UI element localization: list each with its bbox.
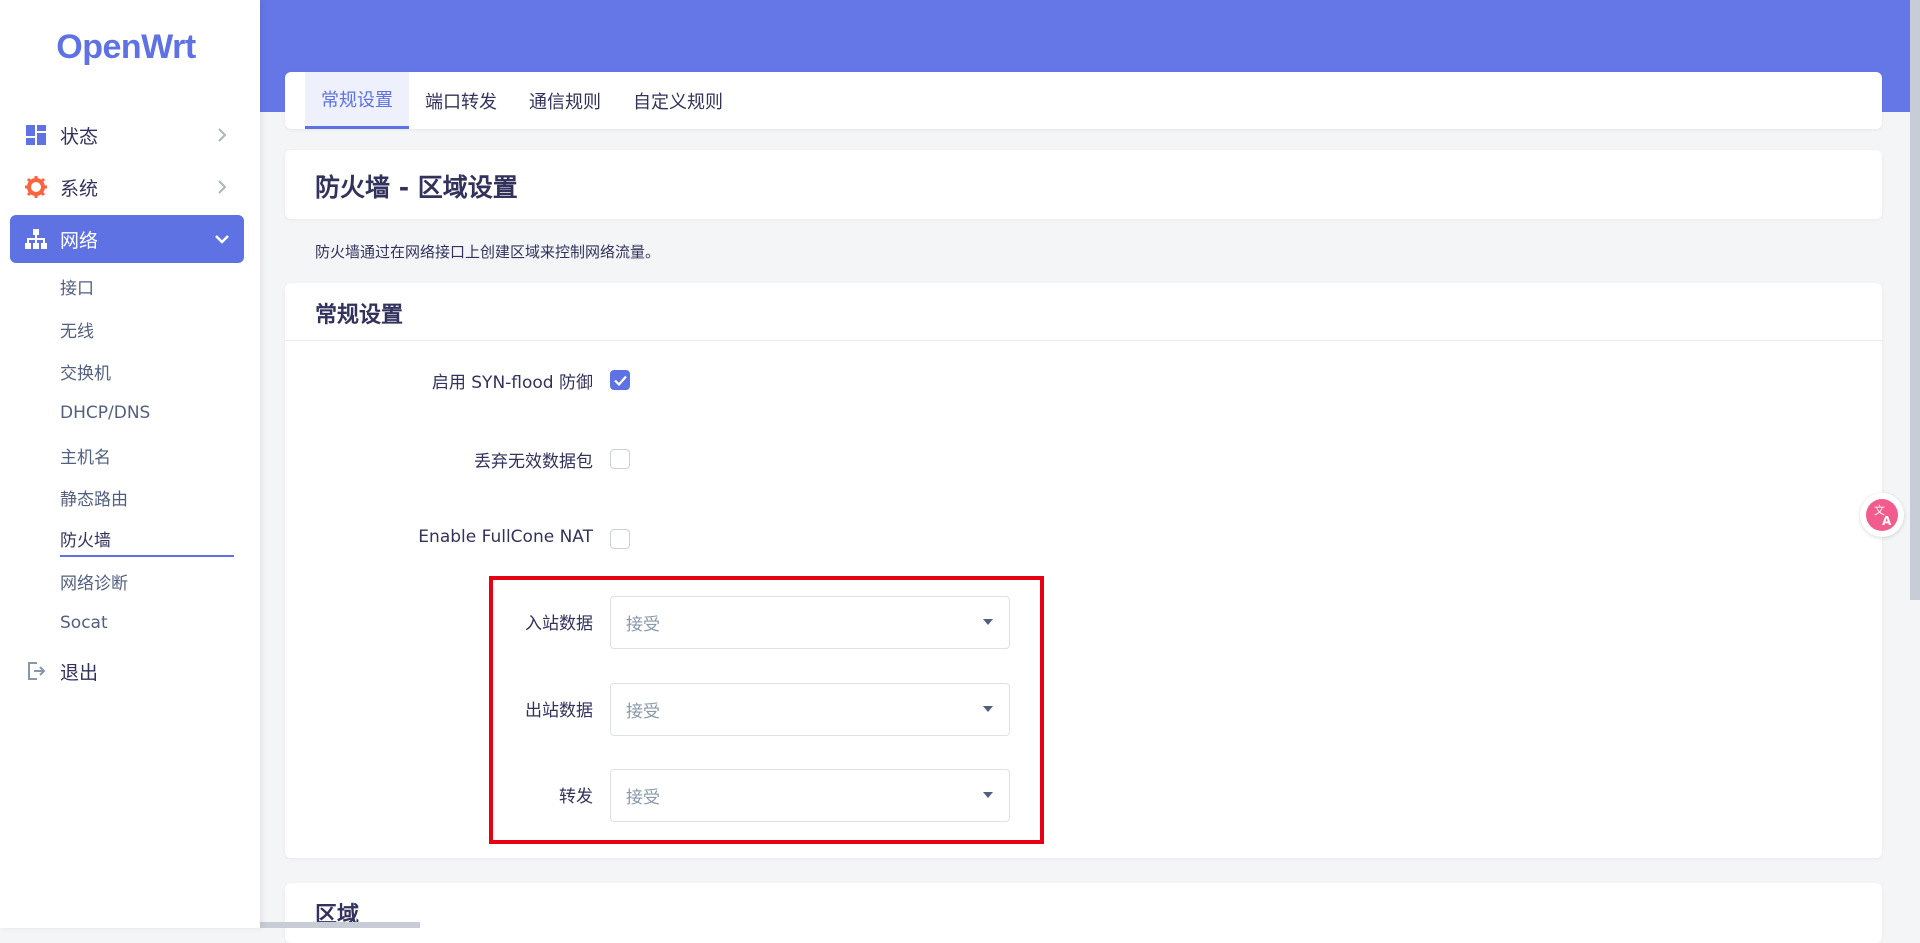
sidebar: OpenWrt 状态 系统 网络 接口 无线 交换机 DHCP/DNS 主机名 … [0,0,260,928]
sidebar-item-label: 退出 [60,661,99,684]
output-policy-select[interactable]: 接受 [610,683,1010,736]
select-value: 接受 [626,788,660,808]
section-title: 常规设置 [315,303,404,328]
sidebar-subitem-socat[interactable]: Socat [60,605,234,641]
sidebar-item-network[interactable]: 网络 [10,215,244,263]
syn-flood-label: 启用 SYN-flood 防御 [431,373,593,393]
sidebar-subitem-static-routes[interactable]: 静态路由 [60,479,234,515]
sidebar-subitem-switch[interactable]: 交换机 [60,353,234,389]
input-policy-label: 入站数据 [525,614,593,634]
tabs-bar: 常规设置 端口转发 通信规则 自定义规则 [285,72,1882,129]
sidebar-item-label: 网络 [60,229,99,252]
caret-down-icon [983,706,993,712]
fullcone-nat-checkbox[interactable] [610,529,630,549]
dashboard-icon [24,123,48,147]
caret-down-icon [983,792,993,798]
chevron-down-icon [212,234,232,244]
chevron-right-icon [212,180,232,194]
fullcone-nat-label: Enable FullCone NAT [418,527,593,547]
svg-text:A: A [1882,514,1892,528]
scrollbar[interactable] [1910,0,1920,600]
check-icon [613,375,627,386]
tab-port-forwards[interactable]: 端口转发 [409,72,513,129]
select-value: 接受 [626,702,660,722]
syn-flood-checkbox[interactable] [610,370,630,390]
page-title: 防火墙 - 区域设置 [315,173,518,202]
openwrt-logo[interactable]: OpenWrt [0,28,252,67]
page-description: 防火墙通过在网络接口上创建区域来控制网络流量。 [315,243,661,261]
sidebar-item-logout[interactable]: 退出 [10,647,244,695]
sidebar-subitem-diagnostics[interactable]: 网络诊断 [60,563,234,599]
network-icon [24,227,48,251]
translate-button[interactable]: 文 A [1860,493,1904,537]
drop-invalid-label: 丢弃无效数据包 [474,452,593,472]
sidebar-item-label: 状态 [60,125,99,148]
drop-invalid-checkbox[interactable] [610,449,630,469]
gear-icon [24,175,48,199]
sidebar-subitem-dhcp-dns[interactable]: DHCP/DNS [60,395,234,431]
tab-custom-rules[interactable]: 自定义规则 [617,72,739,129]
sidebar-subitem-interfaces[interactable]: 接口 [60,268,234,304]
sidebar-item-status[interactable]: 状态 [10,111,244,159]
select-value: 接受 [626,615,660,635]
forward-policy-label: 转发 [559,787,593,807]
input-policy-select[interactable]: 接受 [610,596,1010,649]
caret-down-icon [983,619,993,625]
output-policy-label: 出站数据 [525,701,593,721]
sidebar-subitem-hostnames[interactable]: 主机名 [60,437,234,473]
zones-card: 区域 [285,883,1882,943]
forward-policy-select[interactable]: 接受 [610,769,1010,822]
sidebar-subitem-firewall[interactable]: 防火墙 [60,521,234,557]
divider [285,340,1882,341]
sidebar-item-system[interactable]: 系统 [10,163,244,211]
tab-traffic-rules[interactable]: 通信规则 [513,72,617,129]
tab-general-settings[interactable]: 常规设置 [305,72,409,129]
chevron-right-icon [212,128,232,142]
translate-icon: 文 A [1866,499,1898,531]
sidebar-subitem-wireless[interactable]: 无线 [60,311,234,347]
logout-icon [24,659,48,683]
sidebar-item-label: 系统 [60,177,99,200]
page-title-card: 防火墙 - 区域设置 [285,150,1882,219]
